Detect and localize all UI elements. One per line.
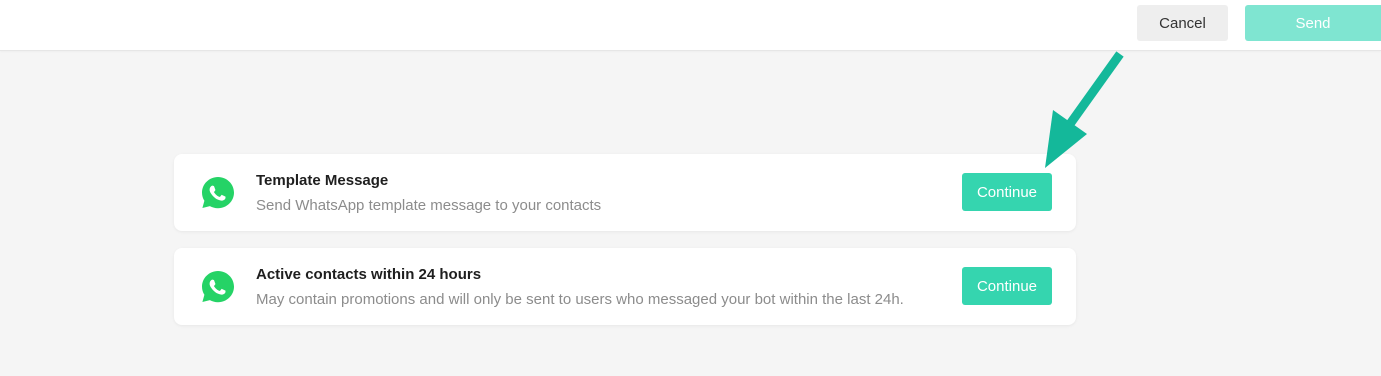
send-button[interactable]: Send xyxy=(1245,5,1381,41)
option-description: May contain promotions and will only be … xyxy=(256,291,904,308)
option-card-template-message: Template Message Send WhatsApp template … xyxy=(174,154,1076,231)
top-toolbar: Cancel Send xyxy=(0,0,1381,51)
option-title: Template Message xyxy=(256,172,389,189)
option-card-active-contacts: Active contacts within 24 hours May cont… xyxy=(174,248,1076,325)
whatsapp-icon xyxy=(202,271,234,303)
continue-button-active-contacts[interactable]: Continue xyxy=(962,267,1052,305)
continue-button-template-message[interactable]: Continue xyxy=(962,173,1052,211)
option-title: Active contacts within 24 hours xyxy=(256,266,482,283)
cancel-button[interactable]: Cancel xyxy=(1137,5,1228,41)
option-description: Send WhatsApp template message to your c… xyxy=(256,197,602,214)
whatsapp-icon xyxy=(202,177,234,209)
